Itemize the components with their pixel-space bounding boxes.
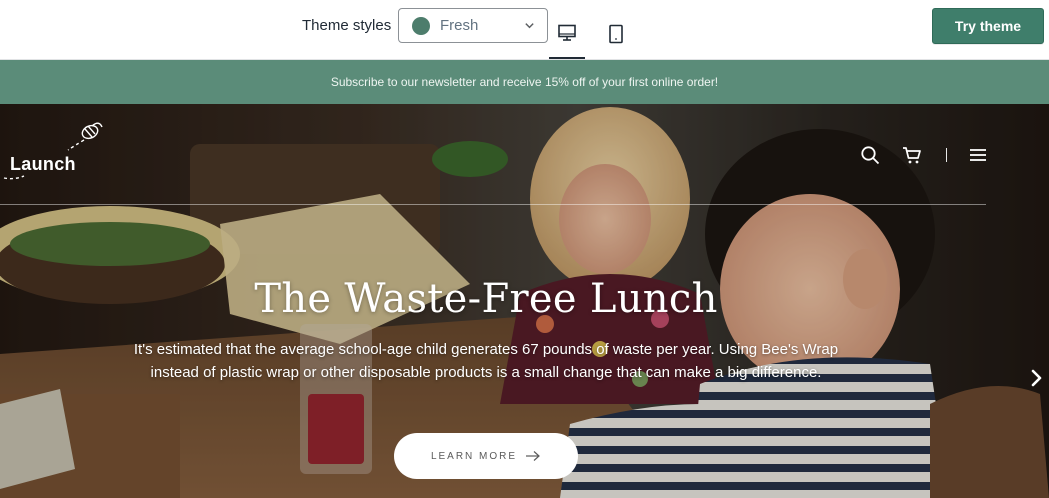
search-icon[interactable] [860, 145, 880, 165]
desktop-view-button[interactable] [549, 8, 585, 59]
try-theme-button[interactable]: Try theme [932, 8, 1044, 44]
learn-more-button[interactable]: LEARN MORE [394, 433, 578, 479]
tablet-icon [609, 24, 623, 43]
chevron-right-icon[interactable] [1028, 368, 1044, 388]
menu-icon[interactable] [968, 145, 988, 165]
theme-styles-label: Theme styles [302, 17, 392, 34]
chevron-down-icon [525, 23, 534, 29]
selected-style-value: Fresh [440, 17, 479, 34]
hero-title: The Waste-Free Lunch [254, 276, 718, 322]
announcement-bar[interactable]: Subscribe to our newsletter and receive … [0, 60, 1049, 104]
learn-more-label: LEARN MORE [430, 450, 518, 462]
style-color-swatch [412, 16, 430, 35]
store-logo[interactable]: Launch [10, 154, 76, 175]
header-divider [946, 148, 947, 162]
arrow-right-icon [526, 451, 540, 461]
preview-toolbar: Theme styles Fresh Try theme [0, 0, 1049, 60]
header-rule [0, 204, 986, 205]
tablet-view-button[interactable] [598, 8, 634, 59]
hero-description: It's estimated that the average school-a… [133, 341, 839, 381]
announcement-text: Subscribe to our newsletter and receive … [330, 75, 719, 89]
desktop-icon [558, 24, 576, 41]
cart-icon[interactable] [902, 145, 922, 165]
theme-style-select[interactable]: Fresh [398, 8, 548, 43]
